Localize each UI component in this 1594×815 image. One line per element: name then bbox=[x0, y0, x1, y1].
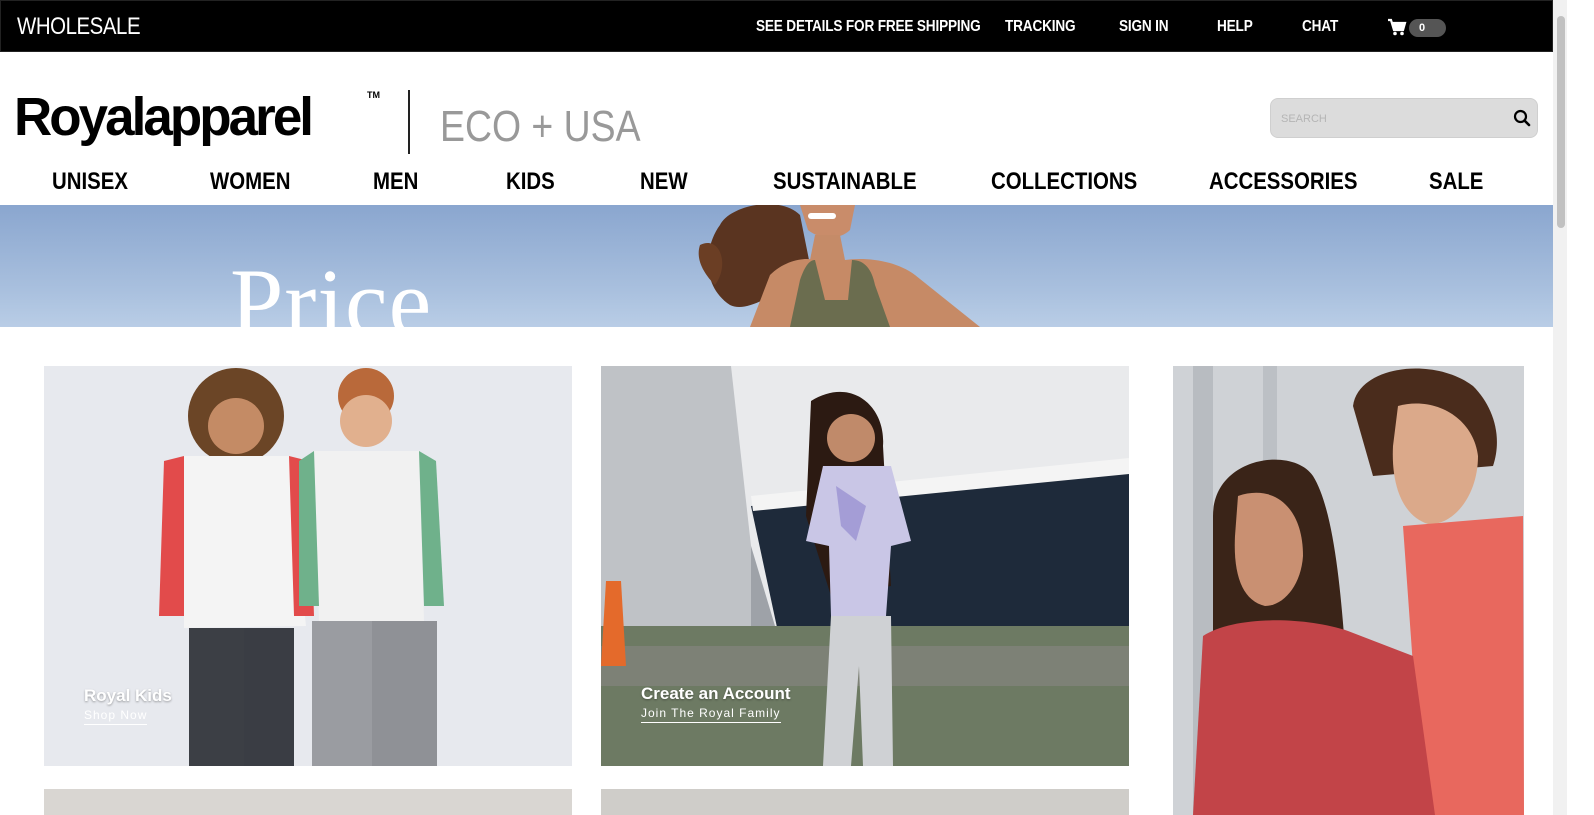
hero-banner[interactable]: Price bbox=[0, 205, 1553, 327]
search-box[interactable] bbox=[1270, 98, 1538, 138]
nav-sustainable[interactable]: SUSTAINABLE bbox=[773, 168, 917, 196]
sign-in-link[interactable]: SIGN IN bbox=[1119, 18, 1169, 36]
top-bar: WHOLESALE SEE DETAILS FOR FREE SHIPPING … bbox=[0, 0, 1553, 52]
join-royal-family-link[interactable]: Join The Royal Family bbox=[641, 706, 781, 723]
royal-kids-title[interactable]: Royal Kids bbox=[84, 686, 172, 706]
free-shipping-link[interactable]: SEE DETAILS FOR FREE SHIPPING bbox=[756, 18, 981, 36]
couple-image bbox=[1173, 366, 1524, 815]
scrollbar-thumb[interactable] bbox=[1557, 16, 1565, 228]
search-icon[interactable] bbox=[1513, 109, 1531, 127]
nav-new[interactable]: NEW bbox=[640, 168, 688, 196]
nav-collections[interactable]: COLLECTIONS bbox=[991, 168, 1137, 196]
tile-couple[interactable] bbox=[1173, 366, 1524, 815]
royal-kids-shop-now-link[interactable]: Shop Now bbox=[84, 708, 148, 725]
banner-headline: Price bbox=[230, 249, 433, 327]
logo-trademark: TM bbox=[367, 90, 380, 100]
nav-accessories[interactable]: ACCESSORIES bbox=[1209, 168, 1357, 196]
header-divider bbox=[408, 90, 410, 154]
nav-women[interactable]: WOMEN bbox=[210, 168, 290, 196]
nav-sale[interactable]: SALE bbox=[1429, 168, 1483, 196]
tracking-link[interactable]: TRACKING bbox=[1005, 18, 1076, 36]
tile-bottom-middle[interactable] bbox=[601, 789, 1129, 815]
eco-usa-tagline: ECO + USA bbox=[440, 102, 641, 151]
help-link[interactable]: HELP bbox=[1217, 18, 1253, 36]
nav-kids[interactable]: KIDS bbox=[506, 168, 555, 196]
nav-men[interactable]: MEN bbox=[373, 168, 418, 196]
tile-royal-kids[interactable]: Royal Kids Shop Now bbox=[44, 366, 572, 766]
tile-bottom-left[interactable] bbox=[44, 789, 572, 815]
chat-link[interactable]: CHAT bbox=[1302, 18, 1338, 36]
kids-image bbox=[44, 366, 572, 766]
search-input[interactable] bbox=[1281, 109, 1501, 129]
create-account-title[interactable]: Create an Account bbox=[641, 684, 791, 704]
cart-count-badge[interactable]: 0 bbox=[1409, 19, 1446, 37]
nav-unisex[interactable]: UNISEX bbox=[52, 168, 128, 196]
banner-model-image bbox=[698, 205, 980, 327]
wholesale-link[interactable]: WHOLESALE bbox=[17, 13, 141, 41]
brand-logo[interactable]: Royalapparel bbox=[14, 86, 314, 148]
tile-create-account[interactable]: Create an Account Join The Royal Family bbox=[601, 366, 1129, 766]
cart-icon[interactable] bbox=[1387, 18, 1407, 36]
